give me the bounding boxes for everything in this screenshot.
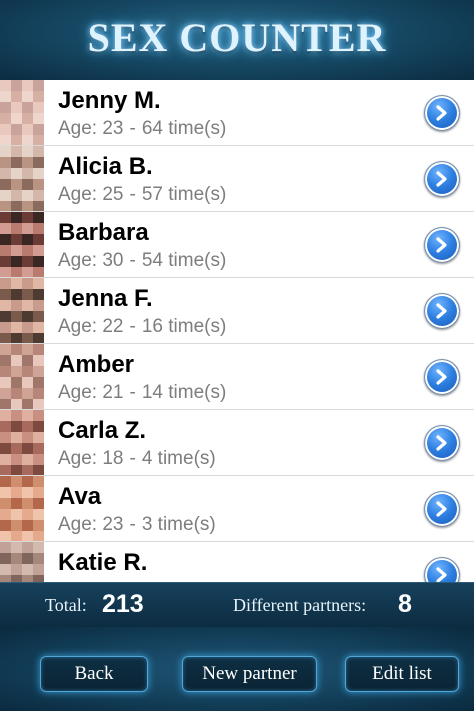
separator: -: [129, 382, 136, 403]
partner-age: Age: 23: [58, 514, 124, 535]
avatar: [0, 146, 44, 211]
partner-age: Age: 25: [58, 184, 124, 205]
partner-details: Age: 23-64 time(s): [58, 118, 232, 140]
list-item[interactable]: Carla Z. Age: 18-4 time(s): [0, 410, 474, 476]
avatar: [0, 476, 44, 541]
partner-count: 57 time(s): [141, 184, 227, 205]
chevron-right-icon[interactable]: [424, 557, 460, 582]
partner-count: 4 time(s): [141, 448, 216, 469]
partners-count-label: Different partners:: [233, 595, 367, 615]
separator: -: [129, 448, 136, 469]
list-item[interactable]: Alicia B. Age: 25-57 time(s): [0, 146, 474, 212]
partner-name: Ava: [58, 483, 102, 510]
app-title: SEX COUNTER: [87, 15, 387, 60]
list-item[interactable]: Jenny M. Age: 23-64 time(s): [0, 80, 474, 146]
separator: -: [129, 316, 136, 337]
chevron-right-icon[interactable]: [424, 359, 460, 395]
partner-details: Age: 21-14 time(s): [58, 382, 232, 404]
partner-name: Jenna F.: [58, 285, 153, 312]
partner-name: Alicia B.: [58, 153, 153, 180]
partner-age: Age: 23: [58, 118, 124, 139]
partner-age: Age: 22: [58, 316, 124, 337]
partners-count-value: 8: [398, 590, 412, 618]
avatar: [0, 212, 44, 277]
app-header: SEX COUNTER: [0, 0, 474, 81]
back-button[interactable]: Back: [40, 656, 148, 692]
stats-bar: Total: 213 Different partners: 8: [0, 582, 474, 628]
partner-details: Age: 23-3 time(s): [58, 514, 222, 536]
avatar: [0, 542, 44, 582]
chevron-right-icon[interactable]: [424, 293, 460, 329]
separator: -: [129, 184, 136, 205]
separator: -: [129, 118, 136, 139]
chevron-right-icon[interactable]: [424, 425, 460, 461]
partner-age: Age: 30: [58, 250, 124, 271]
partner-count: 16 time(s): [141, 316, 227, 337]
avatar: [0, 80, 44, 145]
chevron-right-icon[interactable]: [424, 95, 460, 131]
new-partner-button[interactable]: New partner: [182, 656, 317, 692]
chevron-right-icon[interactable]: [424, 227, 460, 263]
partner-details: Age: 18-4 time(s): [58, 448, 222, 470]
partner-count: 3 time(s): [141, 514, 216, 535]
bottom-toolbar: Back New partner Edit list: [0, 627, 474, 711]
total-label: Total:: [45, 595, 87, 615]
partner-age: Age: 18: [58, 448, 124, 469]
partner-name: Barbara: [58, 219, 149, 246]
partner-details: Age: 25-57 time(s): [58, 184, 232, 206]
separator: -: [129, 250, 136, 271]
partner-count: 64 time(s): [141, 118, 227, 139]
avatar: [0, 344, 44, 409]
partner-name: Amber: [58, 351, 135, 378]
list-item[interactable]: Jenna F. Age: 22-16 time(s): [0, 278, 474, 344]
edit-list-button[interactable]: Edit list: [345, 656, 459, 692]
total-value: 213: [102, 590, 144, 618]
partner-count: 14 time(s): [141, 382, 227, 403]
list-item[interactable]: Ava Age: 23-3 time(s): [0, 476, 474, 542]
list-item[interactable]: Barbara Age: 30-54 time(s): [0, 212, 474, 278]
partner-name: Carla Z.: [58, 417, 147, 444]
list-item[interactable]: Katie R.Age: 41-8 time(s): [0, 542, 474, 582]
avatar: [0, 410, 44, 475]
partner-details: Age: 22-16 time(s): [58, 316, 232, 338]
chevron-right-icon[interactable]: [424, 161, 460, 197]
avatar: [0, 278, 44, 343]
partner-name: Jenny M.: [58, 87, 161, 114]
partner-count: 54 time(s): [141, 250, 227, 271]
separator: -: [129, 514, 136, 535]
chevron-right-icon[interactable]: [424, 491, 460, 527]
partner-list[interactable]: Jenny M. Age: 23-64 time(s) Alicia B. Age: …: [0, 80, 474, 582]
partner-details: Age: 30-54 time(s): [58, 250, 232, 272]
partner-age: Age: 21: [58, 382, 124, 403]
list-item[interactable]: Amber Age: 21-14 time(s): [0, 344, 474, 410]
partner-name: Katie R.: [58, 549, 148, 576]
